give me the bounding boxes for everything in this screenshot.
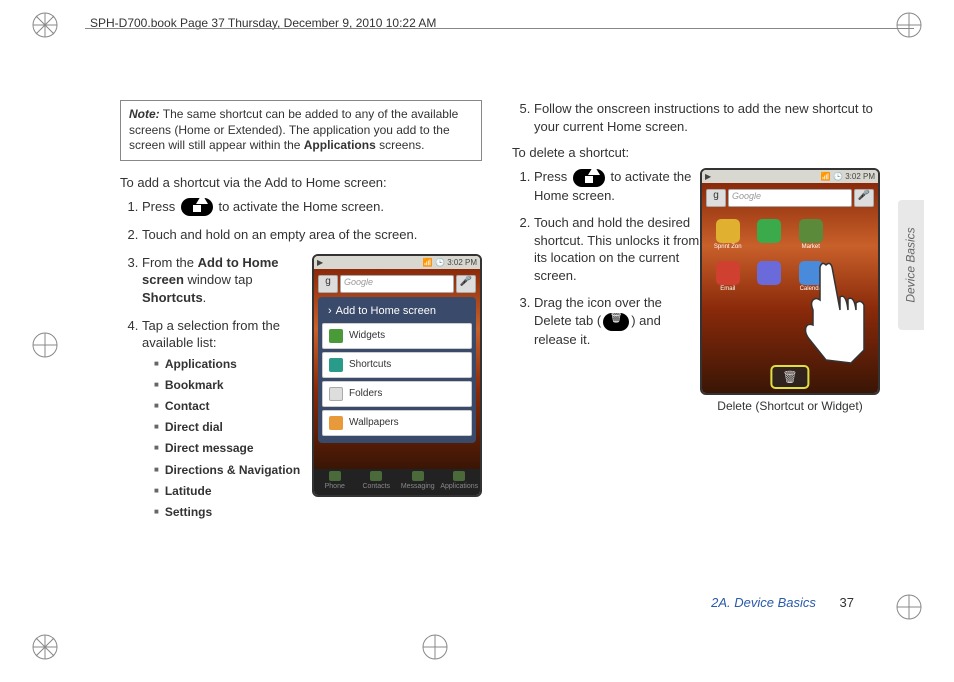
folders-icon [329,387,343,401]
bullet-item: Direct dial [154,419,312,435]
trash-icon [603,313,629,331]
crop-mark-icon [30,330,60,360]
widgets-icon [329,329,343,343]
bullet-item: Directions & Navigation [154,462,312,478]
note-box: Note: The same shortcut can be added to … [120,100,482,161]
search-bar: g Google 🎤 [318,275,476,293]
add-to-home-menu: Add to Home screen Widgets Shortcuts Fol… [318,297,476,443]
footer-page-number: 37 [840,595,854,610]
app-icon [750,261,790,299]
hand-pointer-icon [796,255,866,365]
step-2: Touch and hold on an empty area of the s… [142,226,482,244]
steps-block: Press to activate the Home screen. Touch… [120,198,482,520]
steps-list: Press to activate the Home screen. Touch… [512,168,700,348]
app-icon: Market [791,219,831,257]
crop-mark-icon [30,10,60,40]
shortcuts-icon [329,358,343,372]
step-1: Press to activate the Home screen. [142,198,482,217]
page: SPH-D700.book Page 37 Thursday, December… [0,0,954,682]
status-right: 📶 🕒 3:02 PM [423,258,477,267]
dock-applications: Applications [439,469,481,495]
bullet-item: Applications [154,356,312,372]
dock-phone: Phone [314,469,356,495]
side-tab: Device Basics [898,200,924,330]
home-icon [573,169,605,187]
step-3: Drag the icon over the Delete tab () and… [534,294,700,348]
footer-section: 2A. Device Basics [711,595,816,610]
page-footer: 2A. Device Basics 37 [711,595,854,610]
bullet-item: Direct message [154,440,312,456]
step-5: Follow the onscreen instructions to add … [534,100,874,135]
delete-tab: 🗑 [770,365,809,389]
search-input: Google [728,189,852,207]
app-icon: Email [708,261,748,299]
crop-mark-icon [30,632,60,662]
status-left: ▶ [317,258,323,267]
mic-icon: 🎤 [854,189,874,207]
crop-mark-icon [894,592,924,622]
phone-statusbar: ▶ 📶 🕒 3:02 PM [314,256,480,269]
phone-dock: Phone Contacts Messaging Applications [314,469,480,495]
google-logo-icon: g [706,189,726,207]
section-heading: To delete a shortcut: [512,145,874,160]
dock-contacts: Contacts [356,469,398,495]
crop-mark-icon [420,632,450,662]
note-label: Note: [129,107,160,121]
crop-mark-icon [894,10,924,40]
phone-homescreen: g Google 🎤 Add to Home screen Widgets Sh… [314,269,480,469]
step-1: Press to activate the Home screen. [534,168,700,204]
search-input: Google [340,275,454,293]
bullet-item: Bookmark [154,377,312,393]
figure-caption: Delete (Shortcut or Widget) [700,399,880,413]
app-icon [833,219,873,257]
menu-title: Add to Home screen [322,301,472,323]
bullet-item: Latitude [154,483,312,499]
dock-messaging: Messaging [397,469,439,495]
menu-item-folders: Folders [322,381,472,407]
step-2: Touch and hold the desired shortcut. Thi… [534,214,700,284]
menu-item-wallpapers: Wallpapers [322,410,472,436]
menu-item-shortcuts: Shortcuts [322,352,472,378]
delete-steps-text: Press to activate the Home screen. Touch… [512,168,700,348]
app-icon [750,219,790,257]
phone-screenshot-2: ▶ 📶 🕒 3:02 PM g Google 🎤 Sprint Zon [700,168,880,413]
wallpapers-icon [329,416,343,430]
steps-list-continued: Follow the onscreen instructions to add … [512,100,874,135]
bullet-item: Contact [154,398,312,414]
note-text: The same shortcut can be added to any of… [129,107,458,152]
home-icon [181,198,213,216]
menu-item-widgets: Widgets [322,323,472,349]
status-right: 📶 🕒 3:02 PM [821,172,875,181]
content-area: Note: The same shortcut can be added to … [120,100,874,602]
google-logo-icon: g [318,275,338,293]
bullet-list: Applications Bookmark Contact Direct dia… [142,356,312,521]
phone-shell: ▶ 📶 🕒 3:02 PM g Google 🎤 Add to Home scr… [312,254,482,497]
phone-statusbar: ▶ 📶 🕒 3:02 PM [702,170,878,183]
step-4: Tap a selection from the available list:… [142,317,312,521]
left-column: Note: The same shortcut can be added to … [120,100,482,602]
phone-screenshot-1: ▶ 📶 🕒 3:02 PM g Google 🎤 Add to Home scr… [312,254,482,497]
right-column: Follow the onscreen instructions to add … [512,100,874,602]
step-3: From the Add to Home screen window tap S… [142,254,312,307]
delete-block: Press to activate the Home screen. Touch… [512,168,874,348]
header-rule [85,28,914,29]
phone-homescreen: g Google 🎤 Sprint Zon Market Email [702,183,878,393]
search-bar: g Google 🎤 [706,189,874,207]
section-heading: To add a shortcut via the Add to Home sc… [120,175,482,190]
mic-icon: 🎤 [456,275,476,293]
app-icon: Sprint Zon [708,219,748,257]
side-tab-label: Device Basics [904,227,918,302]
phone-shell: ▶ 📶 🕒 3:02 PM g Google 🎤 Sprint Zon [700,168,880,395]
bullet-item: Settings [154,504,312,520]
status-left: ▶ [705,172,711,181]
